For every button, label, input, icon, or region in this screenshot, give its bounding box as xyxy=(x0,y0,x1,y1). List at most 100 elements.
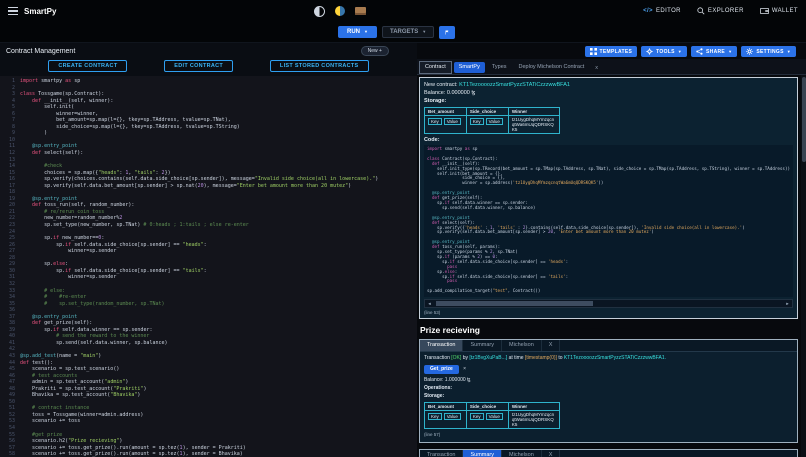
key-cell: Key xyxy=(469,118,484,125)
balance-line: Balance: 0.000000 ꜩ xyxy=(423,90,476,96)
tab-x[interactable]: X xyxy=(542,340,561,351)
tools-label: TOOLS xyxy=(656,48,675,55)
wallet-label: WALLET xyxy=(771,8,798,14)
tab-x[interactable]: X xyxy=(542,449,561,457)
storage-label: Storage: xyxy=(423,98,447,104)
create-contract-button[interactable]: CREATE CONTRACT xyxy=(48,60,128,72)
brand[interactable]: SmartPy xyxy=(24,7,56,16)
target-address[interactable]: KT1TezoooozzSmartPyzzSTATiCzzzwwBFA1. xyxy=(564,355,666,361)
new-contract-address[interactable]: KT1TezoooozzSmartPyzzSTATiCzzzwwBFA1 xyxy=(459,82,570,88)
line-number: 58 xyxy=(8,451,15,457)
code-line: 58 scenario += toss.get_prize().run(amou… xyxy=(0,451,417,457)
output-panel: TEMPLATES TOOLS ▼ SHARE ▼ SETTINGS ▼ Con… xyxy=(416,43,806,457)
storage-col-header: Bet_amount xyxy=(423,401,467,411)
editor-label: EDITOR xyxy=(655,8,681,14)
value-cell: Value xyxy=(443,412,461,420)
transaction-tabs: Transaction Summary Michelson X xyxy=(419,340,797,352)
page-title: Contract Management xyxy=(6,47,76,55)
news-icon[interactable] xyxy=(355,7,366,15)
wallet-icon xyxy=(759,8,769,14)
transaction-tabs-2: Transaction Summary Michelson X xyxy=(419,449,797,457)
storage-cell: Key Value xyxy=(465,115,509,134)
topbar: SmartPy </> EDITOR EXPLORER WALLET xyxy=(0,0,806,22)
settings-label: SETTINGS xyxy=(756,48,784,55)
tab-michelson[interactable]: Michelson xyxy=(502,449,542,457)
main-content: Contract Management New + CREATE CONTRAC… xyxy=(0,43,806,457)
edit-contract-button[interactable]: EDIT CONTRACT xyxy=(164,60,234,72)
scroll-left-icon[interactable]: ◄ xyxy=(425,301,434,306)
section-title: Prize recieving xyxy=(419,325,480,335)
tx-at: at time xyxy=(508,355,524,361)
tab-deploy-michelson-contract[interactable]: Deploy Michelson Contract xyxy=(514,62,590,73)
chevron-down-icon: ▼ xyxy=(728,48,733,54)
share-icon xyxy=(696,48,703,55)
settings-dropdown[interactable]: SETTINGS ▼ xyxy=(741,46,796,57)
storage-col-header: Side_choice xyxy=(465,107,509,116)
storage-table: Bet_amount Side_choice Winner Key Value Key Va… xyxy=(423,401,560,429)
storage-cell: Key Value xyxy=(423,409,467,429)
targets-dropdown[interactable]: TARGETS ▼ xyxy=(381,26,435,38)
tab-contract[interactable]: Contract xyxy=(418,61,452,74)
tab-transaction[interactable]: Transaction xyxy=(420,449,464,457)
tab-smartpy[interactable]: SmartPy xyxy=(453,62,485,73)
tab-summary[interactable]: Summary xyxy=(463,340,503,351)
tab-summary[interactable]: Summary xyxy=(463,449,503,457)
horizontal-scrollbar[interactable]: ◄ ► xyxy=(423,299,793,308)
tab-close-icon[interactable]: x xyxy=(591,63,602,73)
run-label: RUN xyxy=(347,29,360,35)
new-badge[interactable]: New + xyxy=(360,46,389,56)
vertical-scrollbar-thumb[interactable] xyxy=(801,77,806,162)
editor-panel-header: Contract Management New + xyxy=(0,43,417,57)
scrollbar-thumb[interactable] xyxy=(435,301,594,306)
chevron-down-icon: ▼ xyxy=(422,29,427,34)
chevron-down-icon: ▼ xyxy=(677,48,683,54)
tx-prefix: Transaction xyxy=(423,355,450,361)
flag-quick-action-button[interactable] xyxy=(439,25,456,39)
scrollbar-track[interactable] xyxy=(434,300,783,307)
call-close-icon[interactable]: × xyxy=(463,366,466,372)
entrypoint-call-row: Get_prize × xyxy=(423,364,793,374)
tab-transaction[interactable]: Transaction xyxy=(419,340,464,351)
storage-col-header: Side_choice xyxy=(465,401,509,411)
code-brackets-icon: </> xyxy=(643,8,653,14)
key-cell: Key xyxy=(469,412,484,420)
storage-table: Bet_amount Side_choice Winner Key Value Key Va… xyxy=(423,107,560,134)
share-dropdown[interactable]: SHARE ▼ xyxy=(691,46,738,57)
wallet-button[interactable]: WALLET xyxy=(759,7,798,15)
menu-icon[interactable] xyxy=(8,6,18,16)
templates-button[interactable]: TEMPLATES xyxy=(584,46,638,57)
grid-icon xyxy=(589,48,597,55)
status-badge: [OK] xyxy=(451,355,462,361)
python-icon[interactable] xyxy=(335,6,345,16)
run-button[interactable]: RUN ▼ xyxy=(338,26,377,38)
explorer-label: EXPLORER xyxy=(707,8,744,14)
tools-icon xyxy=(646,48,653,55)
transaction-summary-line: Transaction [OK] by [tz1BvgXuPaB...] at … xyxy=(424,355,793,362)
new-contract-line: New contract: KT1TezoooozzSmartPyzzSTATi… xyxy=(424,82,793,89)
theme-toggle-icon[interactable] xyxy=(314,5,325,17)
tab-michelson[interactable]: Michelson xyxy=(502,340,542,351)
editor-panel: Contract Management New + CREATE CONTRAC… xyxy=(0,43,417,457)
editor-button[interactable]: </> EDITOR xyxy=(643,8,681,14)
chevron-down-icon: ▼ xyxy=(786,48,791,54)
entrypoint-call-badge[interactable]: Get_prize xyxy=(423,364,459,374)
value-cell: Value xyxy=(443,118,461,125)
code-label: Code: xyxy=(423,137,440,143)
run-toolbar: RUN ▼ TARGETS ▼ xyxy=(0,22,806,43)
timestamp: [timestamp(0)] xyxy=(524,355,557,361)
list-stored-contracts-button[interactable]: LIST STORED CONTRACTS xyxy=(269,60,369,72)
explorer-button[interactable]: EXPLORER xyxy=(697,7,744,15)
operations-label: Operations: xyxy=(423,384,453,391)
tab-types[interactable]: Types xyxy=(487,62,512,73)
targets-label: TARGETS xyxy=(389,29,419,35)
scroll-right-icon[interactable]: ► xyxy=(783,301,792,306)
sender-address[interactable]: [tz1BvgXuPaB...] xyxy=(469,355,507,361)
code-editor[interactable]: 1 import smartpy as sp 2 3 class Tossgame(s… xyxy=(0,76,417,457)
tools-dropdown[interactable]: TOOLS ▼ xyxy=(641,46,688,57)
storage-col-header: Winner xyxy=(507,107,560,116)
vertical-scrollbar[interactable] xyxy=(801,75,806,457)
magnifier-icon xyxy=(697,7,705,15)
flag-icon xyxy=(445,30,449,34)
storage-col-header: Bet_amount xyxy=(423,107,467,116)
templates-label: TEMPLATES xyxy=(599,48,633,55)
